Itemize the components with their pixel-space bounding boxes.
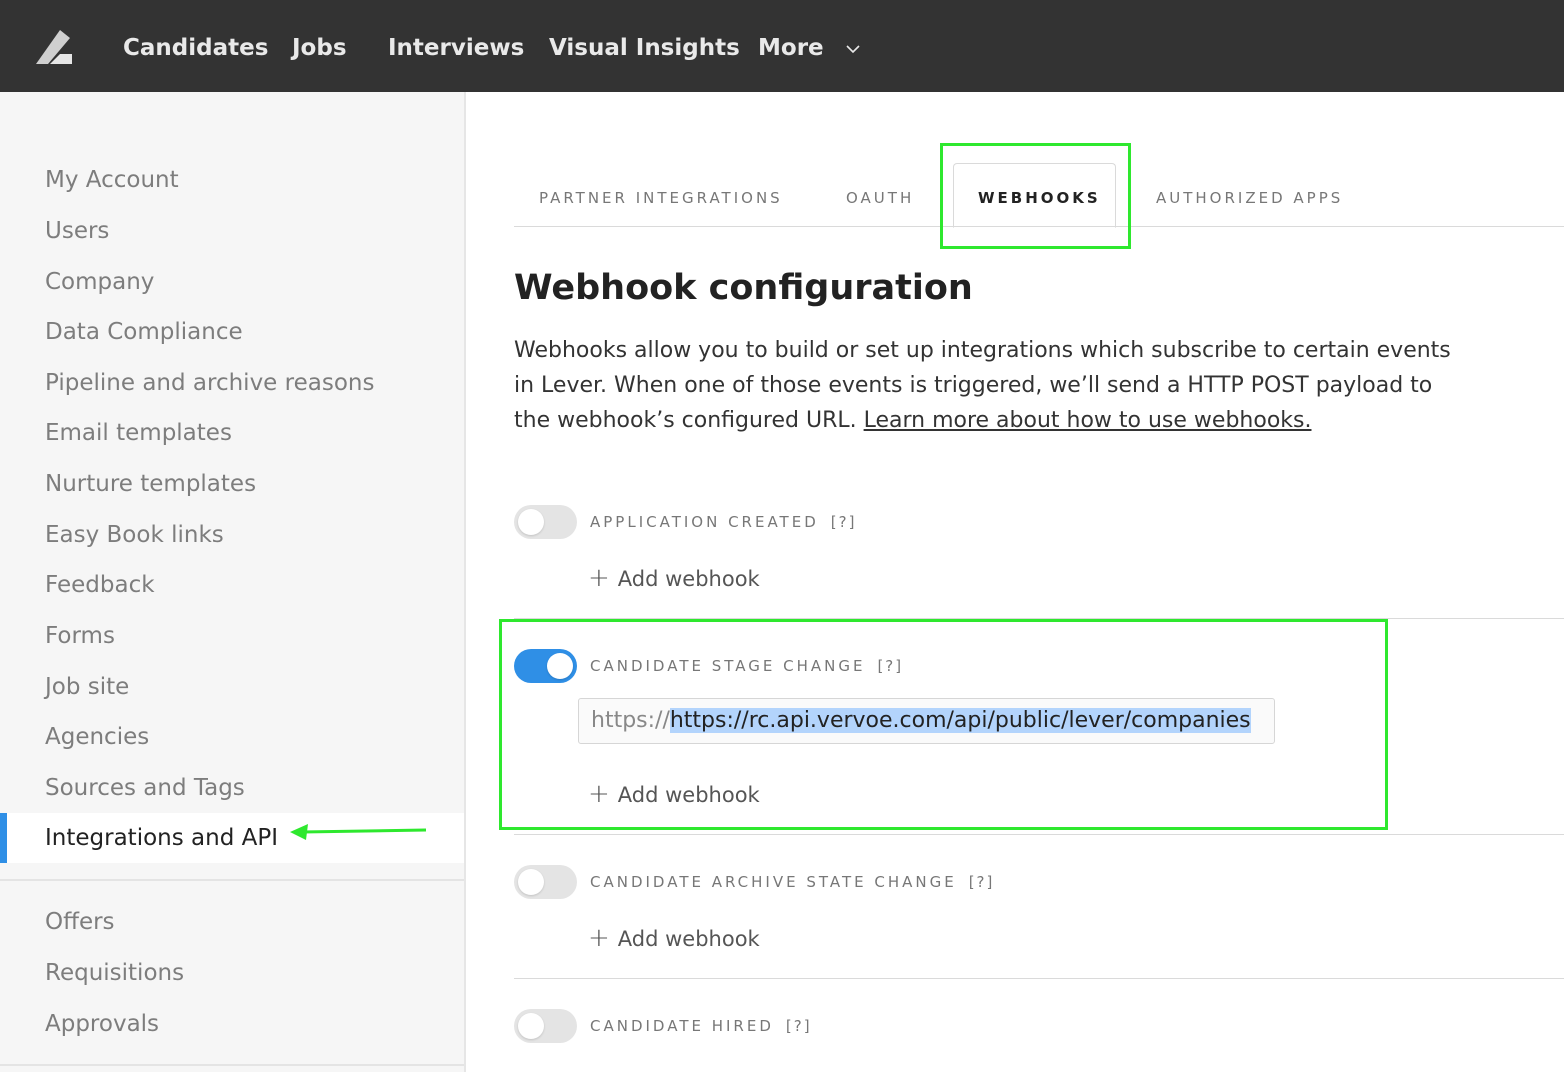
add-webhook-label: Add webhook <box>617 927 760 951</box>
sidebar-item-easy-book-links[interactable]: Easy Book links <box>45 517 224 553</box>
sidebar-item-requisitions[interactable]: Requisitions <box>45 955 184 991</box>
sidebar-item-pipeline-archive-reasons[interactable]: Pipeline and archive reasons <box>45 365 374 401</box>
toggle-knob <box>547 653 573 679</box>
sidebar-item-nurture-templates[interactable]: Nurture templates <box>45 466 256 502</box>
toggle-knob <box>518 509 544 535</box>
event-application-created: APPLICATION CREATED [?] <box>590 510 856 534</box>
nav-more[interactable]: More <box>758 30 860 66</box>
sidebar-item-agencies[interactable]: Agencies <box>45 719 149 755</box>
settings-sidebar: My Account Users Company Data Compliance… <box>0 92 466 1072</box>
webhook-url-input[interactable]: https://https://rc.api.vervoe.com/api/pu… <box>578 698 1275 744</box>
page-description: Webhooks allow you to build or set up in… <box>514 333 1474 438</box>
section-divider <box>514 618 1564 619</box>
plus-icon: + <box>588 923 610 953</box>
toggle-knob <box>518 1013 544 1039</box>
toggle-candidate-stage-change[interactable] <box>514 649 577 683</box>
toggle-candidate-archive-state-change[interactable] <box>514 865 577 899</box>
sidebar-item-forms[interactable]: Forms <box>45 618 115 654</box>
nav-more-label: More <box>758 35 824 61</box>
add-webhook-button[interactable]: + Add webhook <box>588 779 760 809</box>
help-icon[interactable]: [?] <box>786 1017 812 1035</box>
sidebar-item-email-templates[interactable]: Email templates <box>45 415 232 451</box>
help-icon[interactable]: [?] <box>831 513 857 531</box>
toggle-candidate-hired[interactable] <box>514 1009 577 1043</box>
sidebar-item-users[interactable]: Users <box>45 213 109 249</box>
add-webhook-label: Add webhook <box>617 783 760 807</box>
toggle-knob <box>518 869 544 895</box>
lever-logo-icon[interactable] <box>30 24 78 68</box>
help-icon[interactable]: [?] <box>969 873 995 891</box>
tab-webhooks[interactable]: WEBHOOKS <box>978 186 1101 210</box>
sidebar-item-approvals[interactable]: Approvals <box>45 1006 159 1042</box>
event-candidate-archive-state-change: CANDIDATE ARCHIVE STATE CHANGE [?] <box>590 870 994 894</box>
section-divider <box>514 978 1564 979</box>
sidebar-active-indicator <box>0 813 7 863</box>
tab-partner-integrations[interactable]: PARTNER INTEGRATIONS <box>539 186 783 210</box>
chevron-down-icon <box>846 44 860 53</box>
sidebar-item-job-site[interactable]: Job site <box>45 669 129 705</box>
tab-authorized-apps[interactable]: AUTHORIZED APPS <box>1156 186 1343 210</box>
event-candidate-stage-change: CANDIDATE STAGE CHANGE [?] <box>590 654 903 678</box>
event-label: CANDIDATE HIRED <box>590 1017 774 1035</box>
tab-oauth[interactable]: OAUTH <box>846 186 914 210</box>
sidebar-item-feedback[interactable]: Feedback <box>45 567 155 603</box>
add-webhook-button[interactable]: + Add webhook <box>588 923 760 953</box>
sidebar-item-company[interactable]: Company <box>45 264 154 300</box>
help-icon[interactable]: [?] <box>877 657 903 675</box>
sidebar-item-data-compliance[interactable]: Data Compliance <box>45 314 243 350</box>
event-candidate-hired: CANDIDATE HIRED [?] <box>590 1014 812 1038</box>
sidebar-divider <box>0 879 464 881</box>
top-navigation: Candidates Jobs Interviews Visual Insigh… <box>0 0 1564 92</box>
event-label: CANDIDATE ARCHIVE STATE CHANGE <box>590 873 957 891</box>
nav-visual-insights[interactable]: Visual Insights <box>549 30 740 66</box>
section-divider <box>514 834 1564 835</box>
nav-interviews[interactable]: Interviews <box>388 30 524 66</box>
add-webhook-button[interactable]: + Add webhook <box>588 563 760 593</box>
sidebar-item-my-account[interactable]: My Account <box>45 162 179 198</box>
url-prefix: https:// <box>591 708 670 733</box>
nav-jobs[interactable]: Jobs <box>292 30 347 66</box>
event-label: APPLICATION CREATED <box>590 513 819 531</box>
sidebar-divider-bottom <box>0 1064 464 1066</box>
learn-more-link[interactable]: Learn more about how to use webhooks. <box>864 408 1312 433</box>
add-webhook-label: Add webhook <box>617 567 760 591</box>
annotation-arrow-icon <box>290 824 427 840</box>
url-value: https://rc.api.vervoe.com/api/public/lev… <box>669 708 1251 733</box>
event-label: CANDIDATE STAGE CHANGE <box>590 657 866 675</box>
page-title: Webhook configuration <box>514 268 973 308</box>
tabs-underline <box>514 226 1564 227</box>
nav-candidates[interactable]: Candidates <box>123 30 268 66</box>
sidebar-item-sources-and-tags[interactable]: Sources and Tags <box>45 770 245 806</box>
toggle-application-created[interactable] <box>514 505 577 539</box>
plus-icon: + <box>588 779 610 809</box>
sidebar-item-integrations-and-api[interactable]: Integrations and API <box>45 820 278 856</box>
sidebar-item-offers[interactable]: Offers <box>45 904 115 940</box>
plus-icon: + <box>588 563 610 593</box>
